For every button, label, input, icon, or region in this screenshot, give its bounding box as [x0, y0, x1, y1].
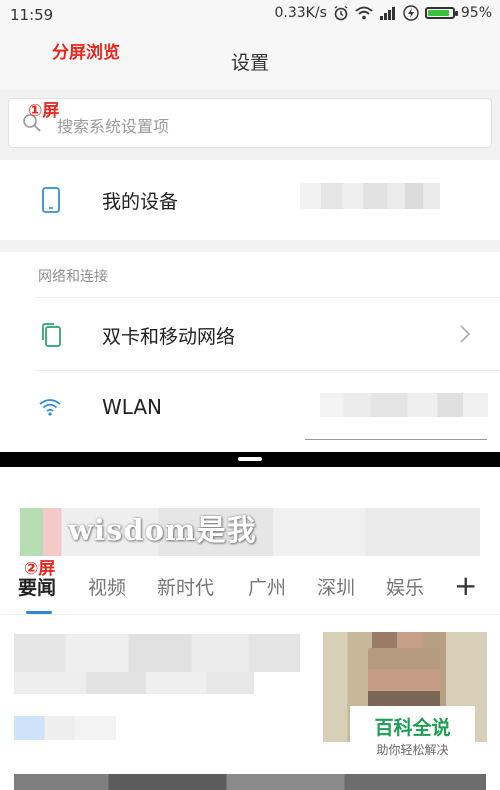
tab-entertainment[interactable]: 娱乐: [386, 573, 424, 600]
article-title-redacted: [14, 634, 300, 672]
my-device-label: 我的设备: [102, 191, 179, 213]
phone-icon: [42, 187, 60, 213]
device-name-redacted: [300, 183, 440, 209]
tab-headlines[interactable]: 要闻: [18, 573, 56, 600]
split-drag-handle[interactable]: [238, 457, 262, 461]
wifi-icon: [39, 399, 61, 416]
status-indicators: 0.33K/s 95%: [275, 5, 493, 21]
battery-percent: 95%: [460, 5, 492, 21]
status-time: 11:59: [10, 6, 54, 24]
search-placeholder: 搜索系统设置项: [57, 117, 170, 136]
tab-guangzhou[interactable]: 广州: [248, 573, 286, 600]
divider: [0, 614, 500, 615]
wifi-icon: [355, 6, 373, 20]
news-tab-bar: 要闻 视频 新时代 广州 深圳 娱乐: [0, 568, 500, 614]
next-article-image: [14, 774, 486, 790]
dual-sim-label: 双卡和移动网络: [102, 326, 236, 348]
signal-icon: [379, 7, 395, 20]
wlan-label: WLAN: [102, 395, 163, 419]
wlan-name-redacted: [320, 393, 488, 417]
alarm-icon: [334, 5, 348, 21]
section-title: 网络和连接: [38, 269, 108, 285]
status-bar: 11:59 0.33K/s 95%: [0, 0, 500, 30]
battery-fill: [427, 10, 449, 16]
charging-icon: [403, 5, 419, 21]
network-speed: 0.33K/s: [274, 5, 327, 21]
article-meta-redacted: [14, 716, 116, 740]
baike-logo-title: 百科全说: [374, 717, 451, 739]
tab-shenzhen[interactable]: 深圳: [317, 573, 355, 600]
chevron-right-icon: [460, 325, 471, 343]
battery-icon: [424, 7, 458, 19]
baike-logo-subtitle: 助你轻松解决: [376, 743, 449, 757]
add-tab-icon[interactable]: +: [454, 569, 477, 602]
tab-new-era[interactable]: 新时代: [157, 573, 214, 600]
watermark: wisdom是我: [68, 513, 257, 547]
sidebar-item-dual-sim[interactable]: [0, 298, 500, 370]
dual-sim-icon: [42, 323, 61, 347]
tab-video[interactable]: 视频: [88, 573, 126, 600]
screen-1-annotation: ①屏: [28, 101, 60, 121]
divider: [305, 439, 487, 440]
page-title: 设置: [230, 52, 269, 74]
article-title-redacted: [14, 672, 254, 694]
